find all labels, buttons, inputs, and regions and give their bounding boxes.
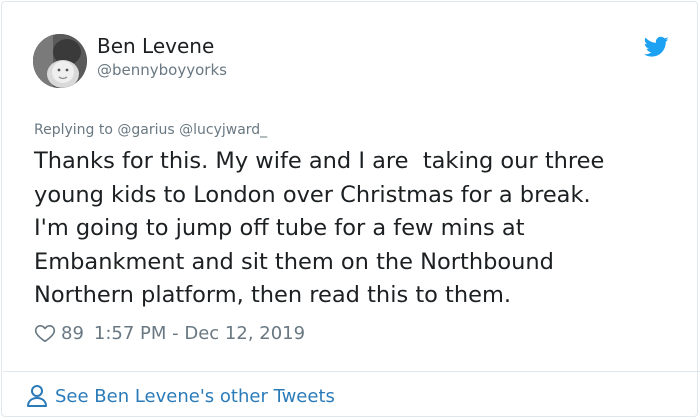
heart-icon[interactable]: [34, 322, 56, 344]
divider: [3, 371, 700, 372]
twitter-bird-icon[interactable]: [644, 36, 669, 58]
tweet-text-line: Thanks for this. My wife and I are takin…: [34, 148, 605, 174]
tweet-meta: 89 1:57 PM - Dec 12, 2019: [34, 320, 305, 346]
author-name[interactable]: Ben Levene: [97, 34, 214, 58]
tweet-text-line: Northern platform, then read this to the…: [34, 282, 512, 308]
mention-link[interactable]: @garius: [117, 122, 174, 138]
mention-link[interactable]: @lucyjward_: [179, 122, 267, 138]
tweet-card: Ben Levene @bennyboyyorks Replying to @g…: [1, 1, 700, 417]
replying-prefix: Replying to: [34, 122, 113, 138]
see-other-tweets-label: See Ben Levene's other Tweets: [55, 385, 335, 407]
person-icon: [27, 385, 47, 407]
avatar[interactable]: [33, 34, 87, 88]
like-count[interactable]: 89: [61, 323, 84, 344]
replying-to: Replying to @garius @lucyjward_: [34, 122, 267, 138]
tweet-text: Thanks for this. My wife and I are takin…: [34, 145, 674, 313]
tweet-text-line: Embankment and sit them on the Northboun…: [34, 248, 554, 275]
see-other-tweets-link[interactable]: See Ben Levene's other Tweets: [26, 382, 335, 410]
avatar-image: [33, 34, 87, 88]
tweet-text-line: I'm going to jump off tube for a few min…: [34, 215, 525, 241]
tweet-text-line: young kids to London over Christmas for …: [34, 181, 591, 208]
tweet-timestamp[interactable]: 1:57 PM - Dec 12, 2019: [94, 323, 305, 344]
author-handle[interactable]: @bennyboyyorks: [97, 61, 227, 79]
